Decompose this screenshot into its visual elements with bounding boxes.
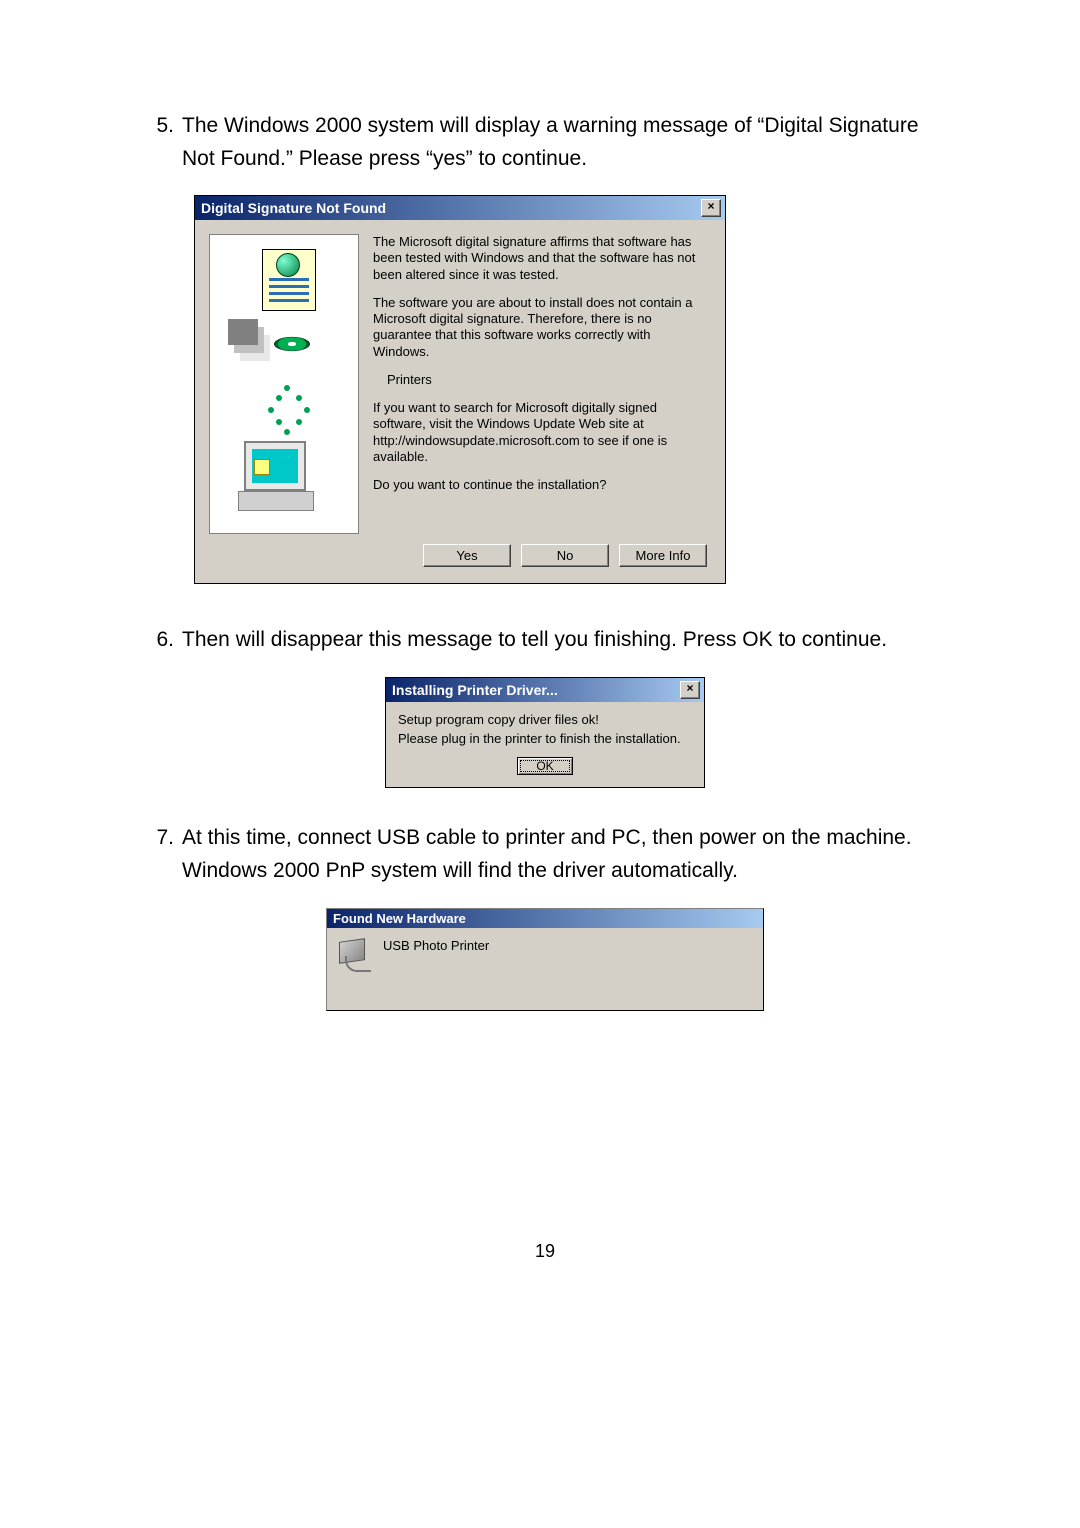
dlg1-illustration [209,234,359,534]
dlg1-para3: If you want to search for Microsoft digi… [373,400,709,465]
step-6: 6. Then will disappear this message to t… [140,624,950,657]
dlg1-printers: Printers [387,372,709,388]
close-icon[interactable]: × [680,681,700,699]
dlg1-para4: Do you want to continue the installation… [373,477,709,493]
step-7: 7. At this time, connect USB cable to pr… [140,822,950,887]
more-info-button[interactable]: More Info [619,544,707,567]
step-5: 5. The Windows 2000 system will display … [140,110,950,175]
installing-driver-dialog: Installing Printer Driver... × Setup pro… [385,677,705,789]
dlg2-titlebar: Installing Printer Driver... × [386,678,704,702]
dlg3-titlebar: Found New Hardware [327,909,763,928]
dlg3-title: Found New Hardware [333,911,466,926]
step-7-text: At this time, connect USB cable to print… [182,822,950,887]
dlg1-para1: The Microsoft digital signature affirms … [373,234,709,283]
close-icon[interactable]: × [701,199,721,217]
dlg1-para2: The software you are about to install do… [373,295,709,360]
page-number: 19 [140,1241,950,1262]
step-6-text: Then will disappear this message to tell… [182,624,950,657]
step-5-text: The Windows 2000 system will display a w… [182,110,950,175]
dlg1-title: Digital Signature Not Found [201,200,386,216]
no-button[interactable]: No [521,544,609,567]
dlg2-title: Installing Printer Driver... [392,682,558,698]
step-7-number: 7. [140,822,182,887]
dlg2-line2: Please plug in the printer to finish the… [398,731,692,748]
found-new-hardware-tooltip: Found New Hardware USB Photo Printer [326,908,764,1011]
digital-signature-dialog: Digital Signature Not Found × [194,195,726,584]
dlg1-button-row: Yes No More Info [195,538,725,583]
dlg2-line1: Setup program copy driver files ok! [398,712,692,729]
step-5-number: 5. [140,110,182,175]
dlg1-titlebar: Digital Signature Not Found × [195,196,725,220]
step-6-number: 6. [140,624,182,657]
yes-button[interactable]: Yes [423,544,511,567]
dlg3-device-name: USB Photo Printer [383,938,489,953]
hardware-icon [337,938,373,974]
ok-button[interactable]: OK [517,757,573,775]
